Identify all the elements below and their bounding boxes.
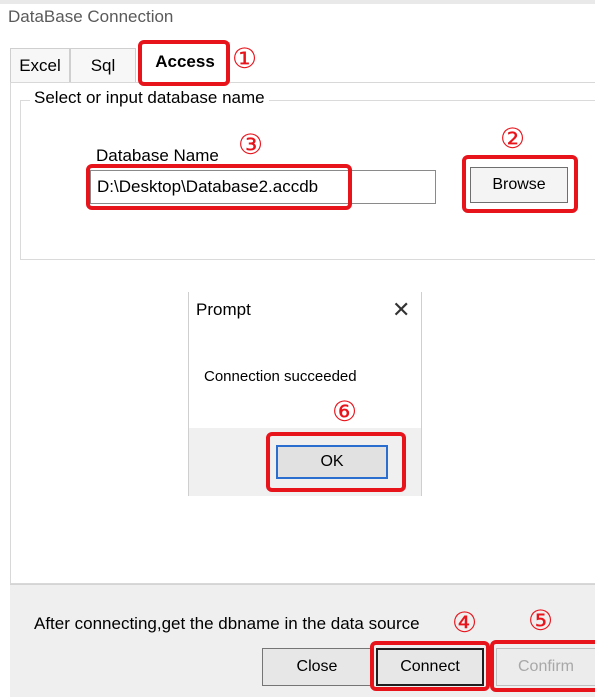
tab-sql[interactable]: Sql xyxy=(70,48,136,82)
window-title: DataBase Connection xyxy=(8,7,174,26)
database-name-label: Database Name xyxy=(96,146,219,165)
highlight-database-input xyxy=(86,164,352,210)
groupbox-title: Select or input database name xyxy=(30,88,269,108)
close-button[interactable]: Close xyxy=(262,648,372,686)
step-6-marker: ⑥ xyxy=(332,395,358,428)
tab-excel[interactable]: Excel xyxy=(10,48,70,82)
footer-note: After connecting,get the dbname in the d… xyxy=(34,614,420,633)
step-1-marker: ① xyxy=(232,42,258,75)
highlight-ok-button xyxy=(266,432,406,492)
close-icon[interactable]: ✕ xyxy=(392,297,410,323)
step-2-marker: ② xyxy=(500,122,526,155)
highlight-browse-button xyxy=(462,155,578,213)
tab-strip: Excel Sql Access xyxy=(10,42,595,83)
highlight-connect-button xyxy=(370,641,490,691)
step-3-marker: ③ xyxy=(238,128,264,161)
highlight-access-tab xyxy=(138,40,230,86)
highlight-confirm-button xyxy=(490,640,595,692)
step-4-marker: ④ xyxy=(452,606,478,639)
prompt-message: Connection succeeded xyxy=(204,368,357,385)
prompt-title: Prompt xyxy=(196,300,251,319)
window-top-edge xyxy=(0,0,595,4)
step-5-marker: ⑤ xyxy=(528,604,554,637)
